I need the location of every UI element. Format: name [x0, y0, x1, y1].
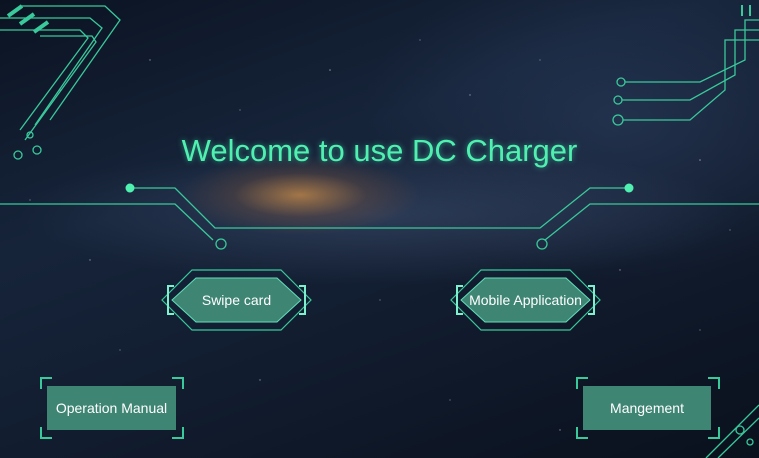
- mobile-application-label: Mobile Application: [469, 292, 582, 308]
- management-button[interactable]: Mangement: [583, 386, 711, 430]
- charger-welcome-screen: Welcome to use DC Charger Swipe card Mob…: [0, 0, 759, 458]
- welcome-title: Welcome to use DC Charger: [181, 133, 578, 168]
- operation-manual-label: Operation Manual: [55, 400, 168, 416]
- swipe-card-button[interactable]: Swipe card: [160, 268, 313, 332]
- operation-manual-button[interactable]: Operation Manual: [47, 386, 176, 430]
- management-label: Mangement: [610, 400, 684, 416]
- mobile-application-button[interactable]: Mobile Application: [449, 268, 602, 332]
- swipe-card-label: Swipe card: [201, 292, 272, 308]
